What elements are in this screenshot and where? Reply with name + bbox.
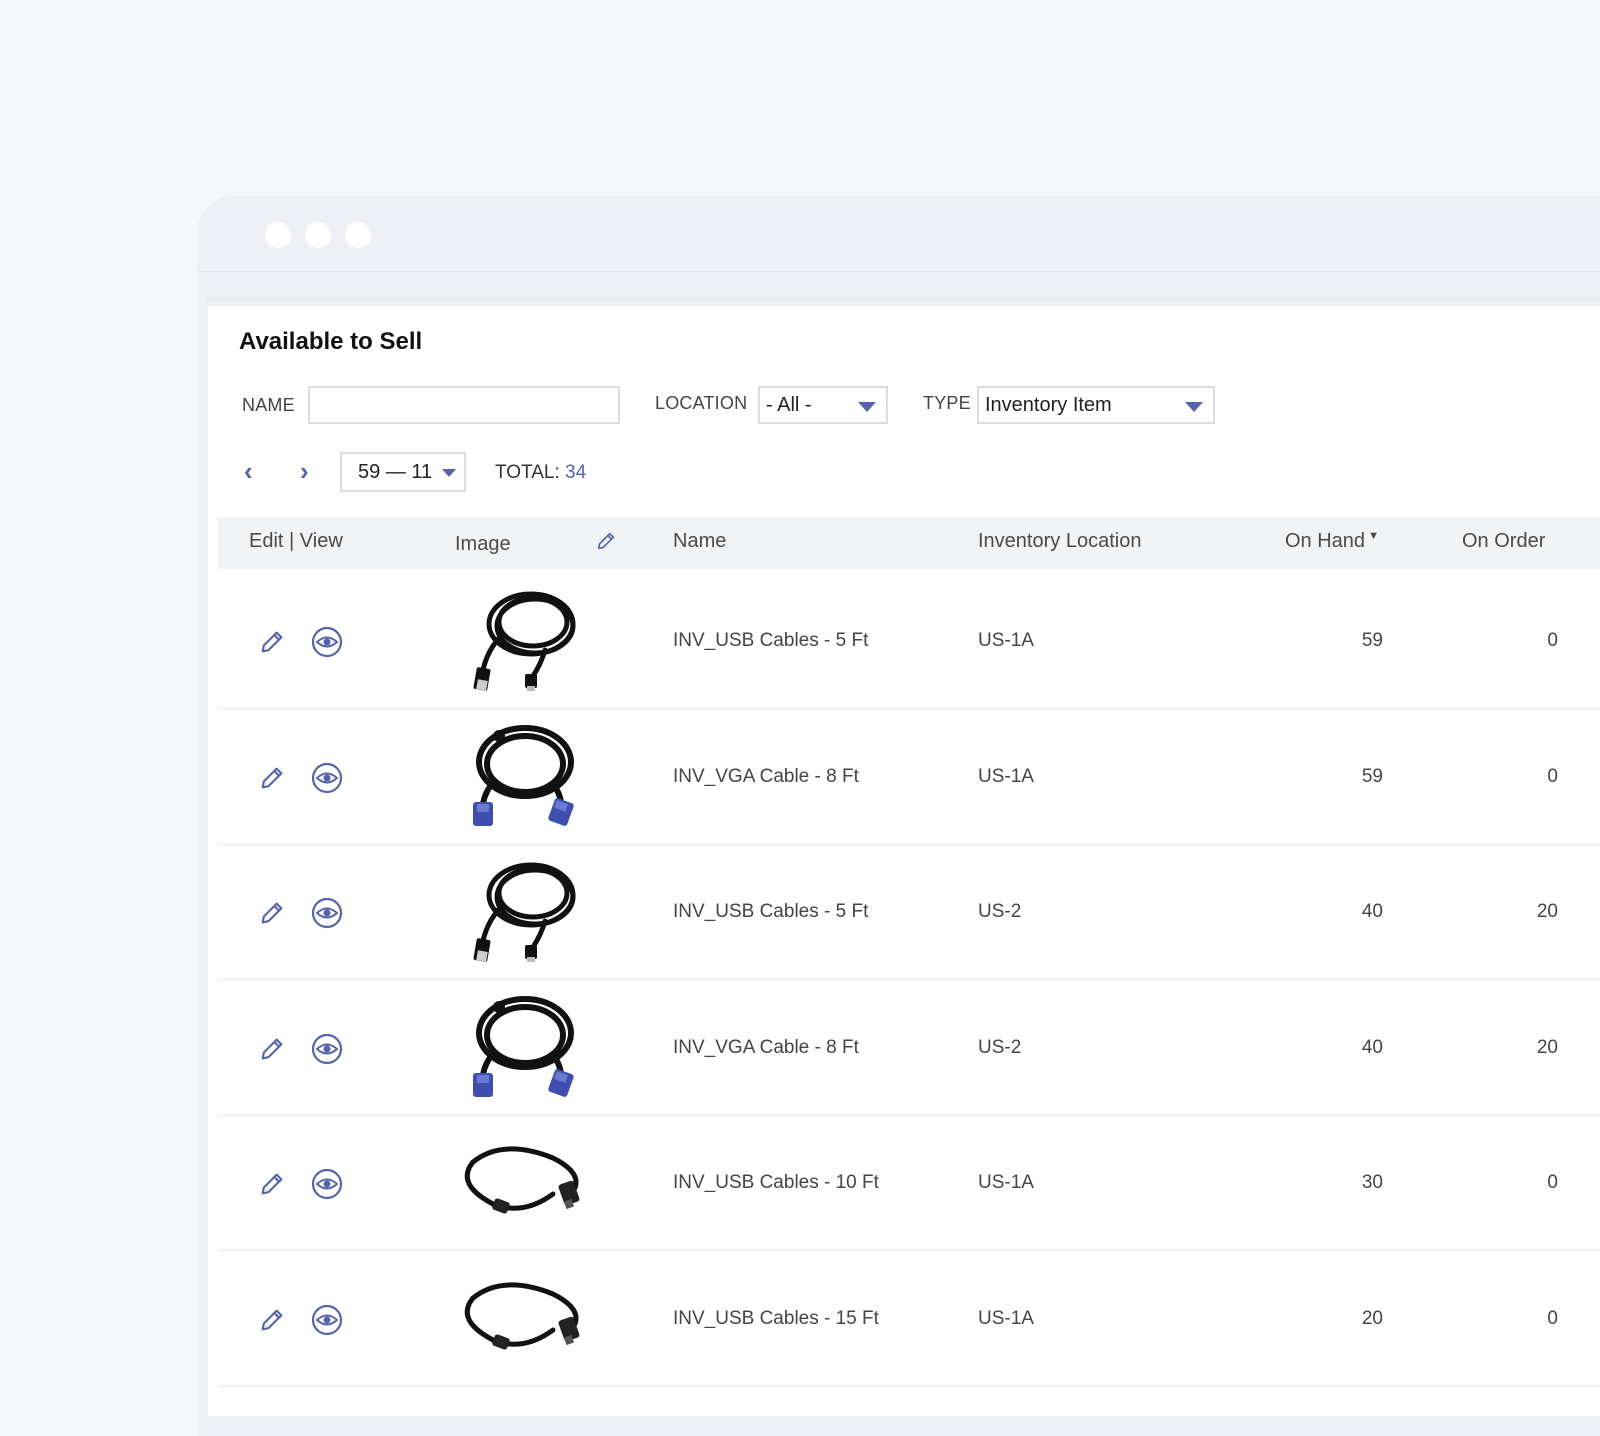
usb-cable-image bbox=[464, 1282, 580, 1350]
inventory-location: US-1A bbox=[978, 1172, 1034, 1193]
type-select[interactable]: Inventory Item bbox=[977, 386, 1215, 424]
inventory-location: US-2 bbox=[978, 1036, 1022, 1058]
page-title: Available to Sell bbox=[239, 328, 423, 355]
type-select-value: Inventory Item bbox=[985, 393, 1112, 416]
on-hand-value: 20 bbox=[1361, 1307, 1383, 1329]
name-filter-input[interactable] bbox=[308, 386, 620, 424]
total-count: TOTAL: 34 bbox=[495, 462, 586, 484]
page-range-value: 59 — 11 bbox=[358, 460, 433, 483]
chevron-down-icon bbox=[858, 402, 876, 412]
total-value: 34 bbox=[565, 462, 587, 483]
location-select-value: - All - bbox=[766, 393, 812, 416]
item-name[interactable]: INV_VGA Cable - 8 Ft bbox=[673, 766, 859, 788]
on-order-value: 20 bbox=[1536, 1036, 1558, 1058]
usb-cable-image bbox=[464, 1146, 580, 1214]
title-bar-divider bbox=[197, 271, 1600, 272]
edit-pencil-icon[interactable] bbox=[258, 899, 286, 927]
on-hand-value: 40 bbox=[1361, 901, 1383, 922]
item-name[interactable]: INV_VGA Cable - 8 Ft bbox=[673, 1037, 859, 1059]
usb-cable-image bbox=[473, 862, 576, 962]
chevron-down-icon bbox=[442, 469, 456, 477]
on-order-value: 0 bbox=[1547, 765, 1558, 787]
edit-pencil-icon[interactable] bbox=[258, 1306, 286, 1334]
table-row: INV_VGA Cable - 8 Ft US-2 40 20 bbox=[218, 979, 1600, 1117]
window-dot[interactable] bbox=[345, 222, 371, 248]
header-on-hand[interactable]: On Hand ▼ bbox=[1285, 530, 1379, 553]
header-on-hand-label: On Hand bbox=[1285, 530, 1366, 552]
on-order-value: 0 bbox=[1547, 1172, 1558, 1193]
header-inventory-location[interactable]: Inventory Location bbox=[978, 530, 1141, 553]
on-order-value: 0 bbox=[1547, 630, 1558, 651]
header-edit-view: Edit | View bbox=[249, 530, 343, 552]
item-name[interactable]: INV_USB Cables - 5 Ft bbox=[673, 630, 868, 652]
view-eye-icon[interactable] bbox=[310, 1303, 344, 1337]
window-dot[interactable] bbox=[305, 222, 331, 248]
window-controls bbox=[265, 222, 371, 248]
sort-desc-icon: ▼ bbox=[1368, 530, 1379, 542]
edit-pencil-icon[interactable] bbox=[258, 764, 286, 792]
inventory-location: US-1A bbox=[978, 1307, 1034, 1329]
table-header: Edit | View Image Name Inventory Locatio… bbox=[218, 517, 1600, 569]
edit-pencil-icon[interactable] bbox=[258, 628, 286, 656]
view-eye-icon[interactable] bbox=[310, 761, 344, 795]
on-order-value: 20 bbox=[1536, 901, 1558, 922]
location-select[interactable]: - All - bbox=[758, 386, 888, 424]
table-row: INV_USB Cables - 10 Ft US-1A 30 0 bbox=[218, 1114, 1600, 1252]
header-image[interactable]: Image bbox=[455, 533, 511, 556]
table-row: INV_VGA Cable - 8 Ft US-1A 59 0 bbox=[218, 708, 1600, 846]
prev-page-button[interactable]: ‹ bbox=[244, 456, 253, 487]
edit-pencil-icon[interactable] bbox=[258, 1035, 286, 1063]
window-dot[interactable] bbox=[265, 222, 291, 248]
panel-top-strip bbox=[207, 296, 1600, 302]
type-filter-label: TYPE bbox=[923, 393, 971, 413]
header-name[interactable]: Name bbox=[673, 530, 726, 553]
vga-cable-image bbox=[473, 724, 574, 826]
usb-cable-image bbox=[473, 591, 576, 691]
on-hand-value: 40 bbox=[1361, 1036, 1383, 1058]
view-eye-icon[interactable] bbox=[310, 1167, 344, 1201]
edit-pencil-icon[interactable] bbox=[258, 1170, 286, 1198]
item-name[interactable]: INV_USB Cables - 10 Ft bbox=[673, 1172, 879, 1194]
header-on-order[interactable]: On Order bbox=[1462, 530, 1545, 553]
available-to-sell-panel: Available to Sell NAME LOCATION - All - … bbox=[208, 306, 1600, 1416]
name-filter-label: NAME bbox=[242, 395, 295, 415]
table-row: INV_USB Cables - 5 Ft US-2 40 20 bbox=[218, 843, 1600, 981]
on-hand-value: 30 bbox=[1361, 1172, 1383, 1193]
total-label: TOTAL: bbox=[495, 462, 560, 483]
chevron-down-icon bbox=[1185, 402, 1203, 412]
on-hand-value: 59 bbox=[1361, 630, 1383, 651]
view-eye-icon[interactable] bbox=[310, 896, 344, 930]
page-range-select[interactable]: 59 — 11 bbox=[340, 452, 466, 492]
item-name[interactable]: INV_USB Cables - 15 Ft bbox=[673, 1308, 879, 1330]
pencil-icon[interactable] bbox=[595, 530, 617, 552]
view-eye-icon[interactable] bbox=[310, 625, 344, 659]
inventory-location: US-1A bbox=[978, 765, 1034, 787]
table-row: INV_USB Cables - 5 Ft US-1A 59 0 bbox=[218, 572, 1600, 710]
vga-cable-image bbox=[473, 995, 574, 1097]
inventory-location: US-2 bbox=[978, 901, 1022, 922]
table-row: INV_USB Cables - 15 Ft US-1A 20 0 bbox=[218, 1250, 1600, 1388]
item-name[interactable]: INV_USB Cables - 5 Ft bbox=[673, 901, 868, 923]
on-hand-value: 59 bbox=[1361, 765, 1383, 787]
next-page-button[interactable]: › bbox=[300, 456, 309, 487]
view-eye-icon[interactable] bbox=[310, 1032, 344, 1066]
on-order-value: 0 bbox=[1547, 1307, 1558, 1329]
location-filter-label: LOCATION bbox=[655, 393, 748, 413]
inventory-location: US-1A bbox=[978, 630, 1034, 651]
